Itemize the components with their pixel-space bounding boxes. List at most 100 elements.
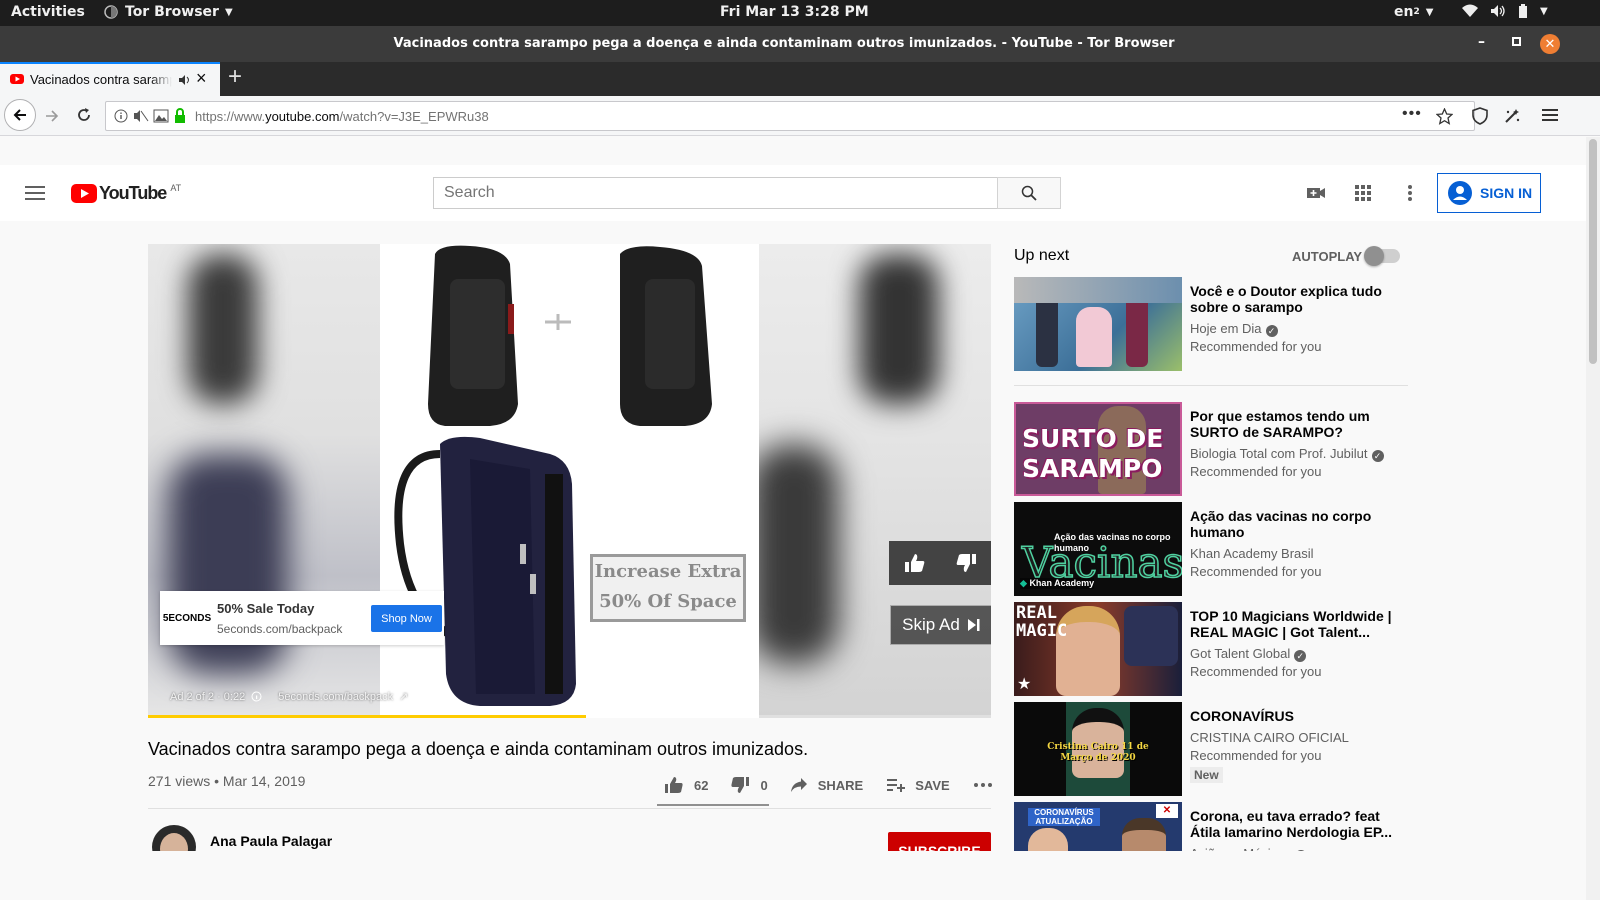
recommended-video[interactable]: Você e o Doutor explica tudo sobre o sar…: [1014, 277, 1414, 371]
back-button[interactable]: [4, 99, 36, 131]
like-count: 62: [694, 777, 709, 793]
skip-ad-button[interactable]: Skip Ad: [890, 605, 991, 645]
ad-url[interactable]: 5econds.com/backpack: [217, 622, 342, 636]
video-title[interactable]: Ação das vacinas no corpo humano: [1190, 508, 1400, 540]
video-thumbnail[interactable]: REAL MAGIC ★: [1014, 602, 1182, 696]
system-status-area[interactable]: ▼: [1462, 4, 1548, 18]
speaker-icon[interactable]: [178, 74, 192, 86]
video-title[interactable]: Você e o Doutor explica tudo sobre o sar…: [1190, 283, 1400, 315]
channel-name: Hoje em Dia: [1190, 321, 1262, 336]
video-thumbnail[interactable]: SURTO DE SARAMPO: [1014, 402, 1182, 496]
video-channel[interactable]: Got Talent Global ✓: [1190, 645, 1400, 663]
sign-in-button[interactable]: SIGN IN: [1437, 173, 1541, 213]
video-thumbnail[interactable]: Ação das vacinas no corpo humano Vacinas…: [1014, 502, 1182, 596]
guide-menu-icon[interactable]: [25, 186, 45, 200]
activities-button[interactable]: Activities: [11, 4, 85, 20]
search-input[interactable]: [433, 177, 998, 209]
reload-button[interactable]: [76, 107, 92, 123]
lock-icon[interactable]: [174, 108, 186, 124]
ad-product-image: Increase Extra 50% Of Space: [380, 244, 759, 718]
recommended-video[interactable]: SURTO DE SARAMPO Por que estamos tendo u…: [1014, 402, 1414, 496]
channel-name[interactable]: CRISTINA CAIRO OFICIAL: [1190, 729, 1400, 747]
autoplay-toggle[interactable]: [1364, 246, 1400, 266]
ad-info-url[interactable]: 5econds.com/backpack: [278, 691, 393, 703]
video-thumbnail[interactable]: Cristina Cairo 11 de Março de 2020: [1014, 702, 1182, 796]
thumb-brand: ◆ Khan Academy: [1020, 578, 1095, 589]
video-player[interactable]: Increase Extra 50% Of Space 5ECONDS 50% …: [148, 244, 991, 718]
channel-name[interactable]: Ana Paula Palagar: [210, 833, 332, 849]
video-title[interactable]: Por que estamos tendo um SURTO de SARAMP…: [1190, 408, 1400, 440]
video-thumbnail[interactable]: [1014, 277, 1182, 371]
settings-more-icon[interactable]: [1407, 185, 1413, 201]
url-text[interactable]: https://www.youtube.com/watch?v=J3E_EPWR…: [195, 109, 489, 124]
youtube-favicon-icon: [10, 74, 24, 84]
maximize-icon[interactable]: [1512, 37, 1521, 46]
page-scrollbar[interactable]: [1586, 137, 1600, 900]
thumbs-down-icon[interactable]: [955, 553, 977, 573]
youtube-logo[interactable]: YouTube AT: [71, 183, 181, 204]
recommended-video[interactable]: REAL MAGIC ★ TOP 10 Magicians Worldwide …: [1014, 602, 1414, 696]
create-video-icon[interactable]: [1306, 185, 1326, 201]
search-button[interactable]: [997, 177, 1061, 209]
bookmark-star-icon[interactable]: [1436, 108, 1453, 125]
blurred-background-right: [749, 244, 991, 718]
video-channel[interactable]: Hoje em Dia ✓: [1190, 320, 1400, 338]
shield-icon[interactable]: [1472, 107, 1488, 125]
thumbs-up-icon[interactable]: [904, 553, 926, 573]
khan-leaf-icon: ◆: [1020, 578, 1027, 588]
info-icon[interactable]: [251, 691, 262, 702]
tab-active[interactable]: Vacinados contra sarampo ×: [0, 62, 220, 96]
share-button[interactable]: SHARE: [790, 777, 863, 793]
thumb-brand-text: Khan Academy: [1029, 578, 1095, 588]
video-info: Ação das vacinas no corpo humano Khan Ac…: [1190, 508, 1400, 581]
ad-headline[interactable]: 50% Sale Today: [217, 601, 314, 616]
recommended-video[interactable]: Ação das vacinas no corpo humano Vacinas…: [1014, 502, 1414, 596]
dislike-button[interactable]: 0: [730, 776, 768, 794]
scrollbar-thumb[interactable]: [1589, 139, 1597, 364]
tab-title: Vacinados contra sarampo: [30, 72, 172, 87]
video-title[interactable]: CORONAVÍRUS: [1190, 708, 1400, 724]
blurred-backpack: [188, 254, 258, 404]
ad-progress-track[interactable]: [148, 715, 991, 718]
ad-banner-text: Increase Extra 50% Of Space: [590, 554, 746, 622]
page-actions-icon[interactable]: •••: [1402, 105, 1422, 123]
ad-info-bar: Ad 2 of 2 · 0:22 5econds.com/backpack ↗: [170, 690, 408, 704]
close-window-icon[interactable]: ✕: [1540, 34, 1560, 54]
video-meta: Recommended for you: [1190, 339, 1322, 354]
minimize-icon[interactable]: –: [1478, 34, 1485, 50]
autoplay-label: AUTOPLAY: [1292, 249, 1363, 264]
autoplay-blocked-icon[interactable]: [133, 109, 149, 123]
tor-circuit-icon[interactable]: [1503, 107, 1521, 125]
video-title[interactable]: TOP 10 Magicians Worldwide | REAL MAGIC …: [1190, 608, 1400, 640]
up-next-sidebar: Up next AUTOPLAY Você e o Doutor explica…: [1014, 244, 1408, 900]
tab-close-icon[interactable]: ×: [196, 68, 207, 89]
region-code: AT: [170, 183, 182, 193]
shop-now-button[interactable]: Shop Now: [371, 605, 442, 632]
thumbs-down-icon: [731, 777, 750, 793]
ad-overlay-card[interactable]: 5ECONDS 50% Sale Today 5econds.com/backp…: [160, 591, 444, 645]
channel-name[interactable]: Khan Academy Brasil: [1190, 545, 1400, 563]
recommended-video[interactable]: Cristina Cairo 11 de Março de 2020 CORON…: [1014, 702, 1414, 796]
url-domain: youtube.com: [265, 109, 340, 124]
channel-name: Got Talent Global: [1190, 646, 1291, 661]
youtube-header: YouTube AT SIGN IN: [0, 165, 1586, 221]
url-bar[interactable]: https://www.youtube.com/watch?v=J3E_EPWR…: [105, 101, 1475, 131]
save-button[interactable]: SAVE: [887, 778, 950, 793]
image-permission-icon[interactable]: [153, 109, 169, 123]
info-icon[interactable]: [114, 109, 128, 123]
apps-grid-icon[interactable]: [1355, 185, 1371, 201]
clock[interactable]: Fri Mar 13 3:28 PM: [720, 4, 869, 20]
app-menu[interactable]: Tor Browser ▼: [103, 4, 233, 20]
more-actions-icon[interactable]: [973, 783, 992, 787]
like-button[interactable]: 62: [664, 776, 708, 794]
new-badge: New: [1190, 767, 1223, 783]
video-title[interactable]: Corona, eu tava errado? feat Átila Iamar…: [1190, 808, 1400, 840]
forward-button[interactable]: [44, 108, 60, 124]
account-icon: [1448, 181, 1472, 205]
video-info: Você e o Doutor explica tudo sobre o sar…: [1190, 283, 1400, 356]
language-indicator[interactable]: en 2 ▼: [1394, 4, 1433, 20]
video-channel[interactable]: Biologia Total com Prof. Jubilut ✓: [1190, 445, 1400, 463]
hamburger-menu-icon[interactable]: [1542, 108, 1558, 122]
new-tab-button[interactable]: +: [228, 63, 242, 91]
ad-banner-line1: Increase Extra: [594, 561, 742, 582]
